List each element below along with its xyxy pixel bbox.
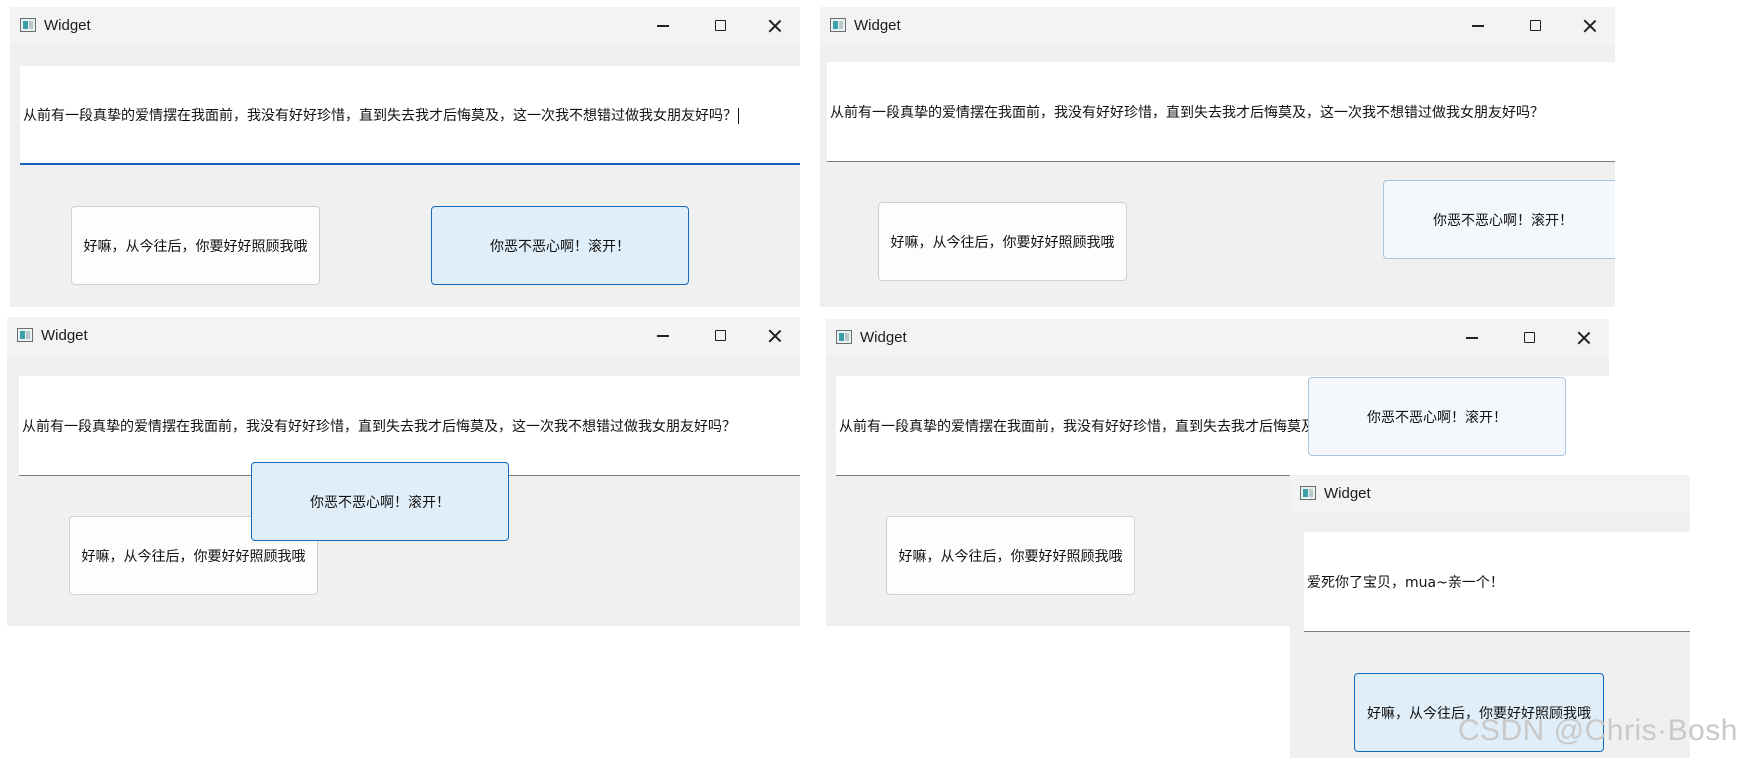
app-icon: [1300, 486, 1316, 500]
message-text: 从前有一段真挚的爱情摆在我面前，我没有好好珍惜，直到失去我才后悔莫及，这一次我不…: [22, 418, 736, 435]
title-bar[interactable]: Widget: [7, 317, 800, 355]
reject-button[interactable]: 你恶不恶心啊！滚开！: [431, 206, 689, 285]
minimize-icon[interactable]: [1467, 15, 1489, 37]
close-icon[interactable]: [764, 325, 786, 347]
minimize-icon[interactable]: [1461, 327, 1483, 349]
window-title: Widget: [1324, 485, 1371, 502]
reject-button[interactable]: 你恶不恶心啊！滚开！: [251, 462, 509, 541]
app-icon: [20, 18, 36, 32]
text-caret: [738, 107, 739, 124]
title-bar[interactable]: Widget: [1290, 475, 1690, 513]
message-text: 从前有一段真挚的爱情摆在我面前，我没有好好珍惜，直到失去我才后悔莫及，这一次我不…: [23, 107, 737, 124]
window-title: Widget: [860, 329, 907, 346]
message-text: 爱死你了宝贝，mua~亲一个！: [1307, 574, 1504, 591]
close-icon[interactable]: [764, 15, 786, 37]
reject-button[interactable]: 你恶不恶心啊！滚开！: [1308, 377, 1566, 456]
title-bar[interactable]: Widget: [826, 319, 1609, 357]
accept-button[interactable]: 好嘛，从今往后，你要好好照顾我哦: [71, 206, 320, 285]
title-bar[interactable]: Widget: [820, 7, 1615, 45]
minimize-icon[interactable]: [652, 15, 674, 37]
widget-window-2: Widget 从前有一段真挚的爱情摆在我面前，我没有好好珍惜，直到失去我才后悔莫…: [820, 7, 1615, 307]
message-text-field[interactable]: 从前有一段真挚的爱情摆在我面前，我没有好好珍惜，直到失去我才后悔莫及，这一次我不…: [20, 66, 800, 165]
message-text-field[interactable]: 从前有一段真挚的爱情摆在我面前，我没有好好珍惜，直到失去我才后悔莫及，这一次我不…: [827, 62, 1615, 162]
app-icon: [836, 330, 852, 344]
watermark: CSDN @Chris·Bosh: [1457, 714, 1738, 747]
maximize-icon[interactable]: [1519, 327, 1541, 349]
title-bar[interactable]: Widget: [10, 7, 800, 45]
reject-button[interactable]: 你恶不恶心啊！滚开！: [1383, 180, 1615, 259]
maximize-icon[interactable]: [710, 325, 732, 347]
message-text-field[interactable]: 爱死你了宝贝，mua~亲一个！: [1304, 532, 1690, 632]
close-icon[interactable]: [1579, 15, 1601, 37]
accept-button[interactable]: 好嘛，从今往后，你要好好照顾我哦: [886, 516, 1135, 595]
maximize-icon[interactable]: [710, 15, 732, 37]
app-icon: [17, 328, 33, 342]
widget-window-1: Widget 从前有一段真挚的爱情摆在我面前，我没有好好珍惜，直到失去我才后悔莫…: [10, 7, 800, 307]
window-title: Widget: [854, 17, 901, 34]
maximize-icon[interactable]: [1525, 15, 1547, 37]
message-text-field[interactable]: 从前有一段真挚的爱情摆在我面前，我没有好好珍惜，直到失去我才后悔莫及，这一次我不…: [19, 376, 800, 476]
message-text: 从前有一段真挚的爱情摆在我面前，我没有好好珍惜，直到失去我才后悔莫及，这一次我不…: [830, 104, 1544, 121]
window-title: Widget: [44, 17, 91, 34]
window-title: Widget: [41, 327, 88, 344]
accept-button[interactable]: 好嘛，从今往后，你要好好照顾我哦: [878, 202, 1127, 281]
close-icon[interactable]: [1573, 327, 1595, 349]
minimize-icon[interactable]: [652, 325, 674, 347]
widget-window-3: Widget 从前有一段真挚的爱情摆在我面前，我没有好好珍惜，直到失去我才后悔莫…: [7, 317, 800, 626]
app-icon: [830, 18, 846, 32]
